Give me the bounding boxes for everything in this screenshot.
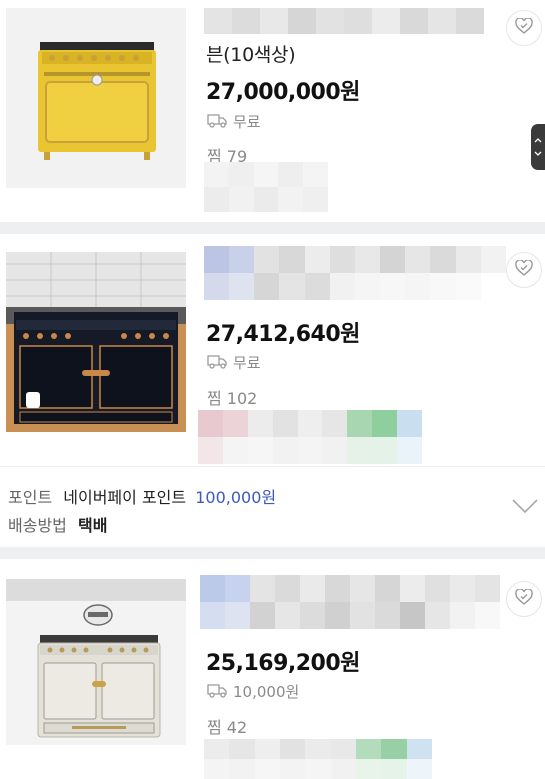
product-card-1[interactable]: 븐(10색상) 27,000,000원 무료 찜 79 — [0, 0, 545, 222]
point-delivery-panel[interactable]: 포인트 네이버페이 포인트 100,000원 배송방법 택배 — [0, 466, 545, 547]
heart-check-icon — [515, 17, 533, 38]
product-title-1[interactable]: 븐(10색상) — [206, 40, 296, 67]
blurred-seller-1 — [204, 162, 328, 212]
product-card-3[interactable]: 25,169,200원 10,000원 찜 42 — [0, 559, 545, 779]
wishlist-button-3[interactable] — [506, 581, 542, 617]
wishlist-button-1[interactable] — [506, 10, 542, 46]
truck-icon — [207, 112, 229, 132]
product-image-2[interactable] — [6, 252, 186, 432]
heart-check-icon — [515, 259, 533, 280]
shipping-info-2: 무료 — [207, 352, 261, 373]
truck-icon — [207, 353, 229, 373]
delivery-row: 배송방법 택배 — [8, 512, 107, 536]
truck-icon — [207, 682, 229, 702]
blurred-title-1 — [204, 8, 484, 34]
blurred-title-3 — [200, 575, 500, 629]
blurred-title-2 — [204, 246, 506, 300]
product-price-3: 25,169,200원 — [206, 651, 360, 676]
section-divider — [0, 222, 545, 234]
blurred-seller-2 — [198, 410, 422, 464]
blurred-seller-3 — [204, 739, 432, 779]
heart-check-icon — [515, 588, 533, 609]
wishlist-button-2[interactable] — [506, 252, 542, 288]
shipping-fee-3: 10,000원 — [233, 683, 300, 701]
shipping-info-1: 무료 — [207, 111, 261, 132]
product-image-1[interactable] — [6, 8, 186, 188]
product-price-1: 27,000,000원 — [206, 80, 360, 105]
point-row: 포인트 네이버페이 포인트 100,000원 — [8, 484, 276, 508]
zzim-count-2: 찜 102 — [207, 389, 258, 408]
product-image-3[interactable] — [6, 579, 186, 745]
product-card-2[interactable]: 27,412,640원 무료 찜 102 — [0, 234, 545, 466]
shipping-fee-1: 무료 — [233, 113, 261, 131]
scroll-handle[interactable] — [531, 124, 545, 170]
delivery-value: 택배 — [77, 516, 108, 535]
point-label: 포인트 — [8, 488, 53, 507]
shipping-info-3: 10,000원 — [207, 681, 299, 702]
point-amount: 100,000원 — [195, 488, 277, 507]
zzim-count-3: 찜 42 — [207, 718, 248, 737]
product-price-2: 27,412,640원 — [206, 322, 360, 347]
point-source: 네이버페이 포인트 — [63, 488, 187, 507]
delivery-label: 배송방법 — [8, 516, 67, 535]
chevron-down-icon[interactable] — [511, 497, 539, 519]
section-divider — [0, 547, 545, 559]
shipping-fee-2: 무료 — [233, 354, 261, 372]
